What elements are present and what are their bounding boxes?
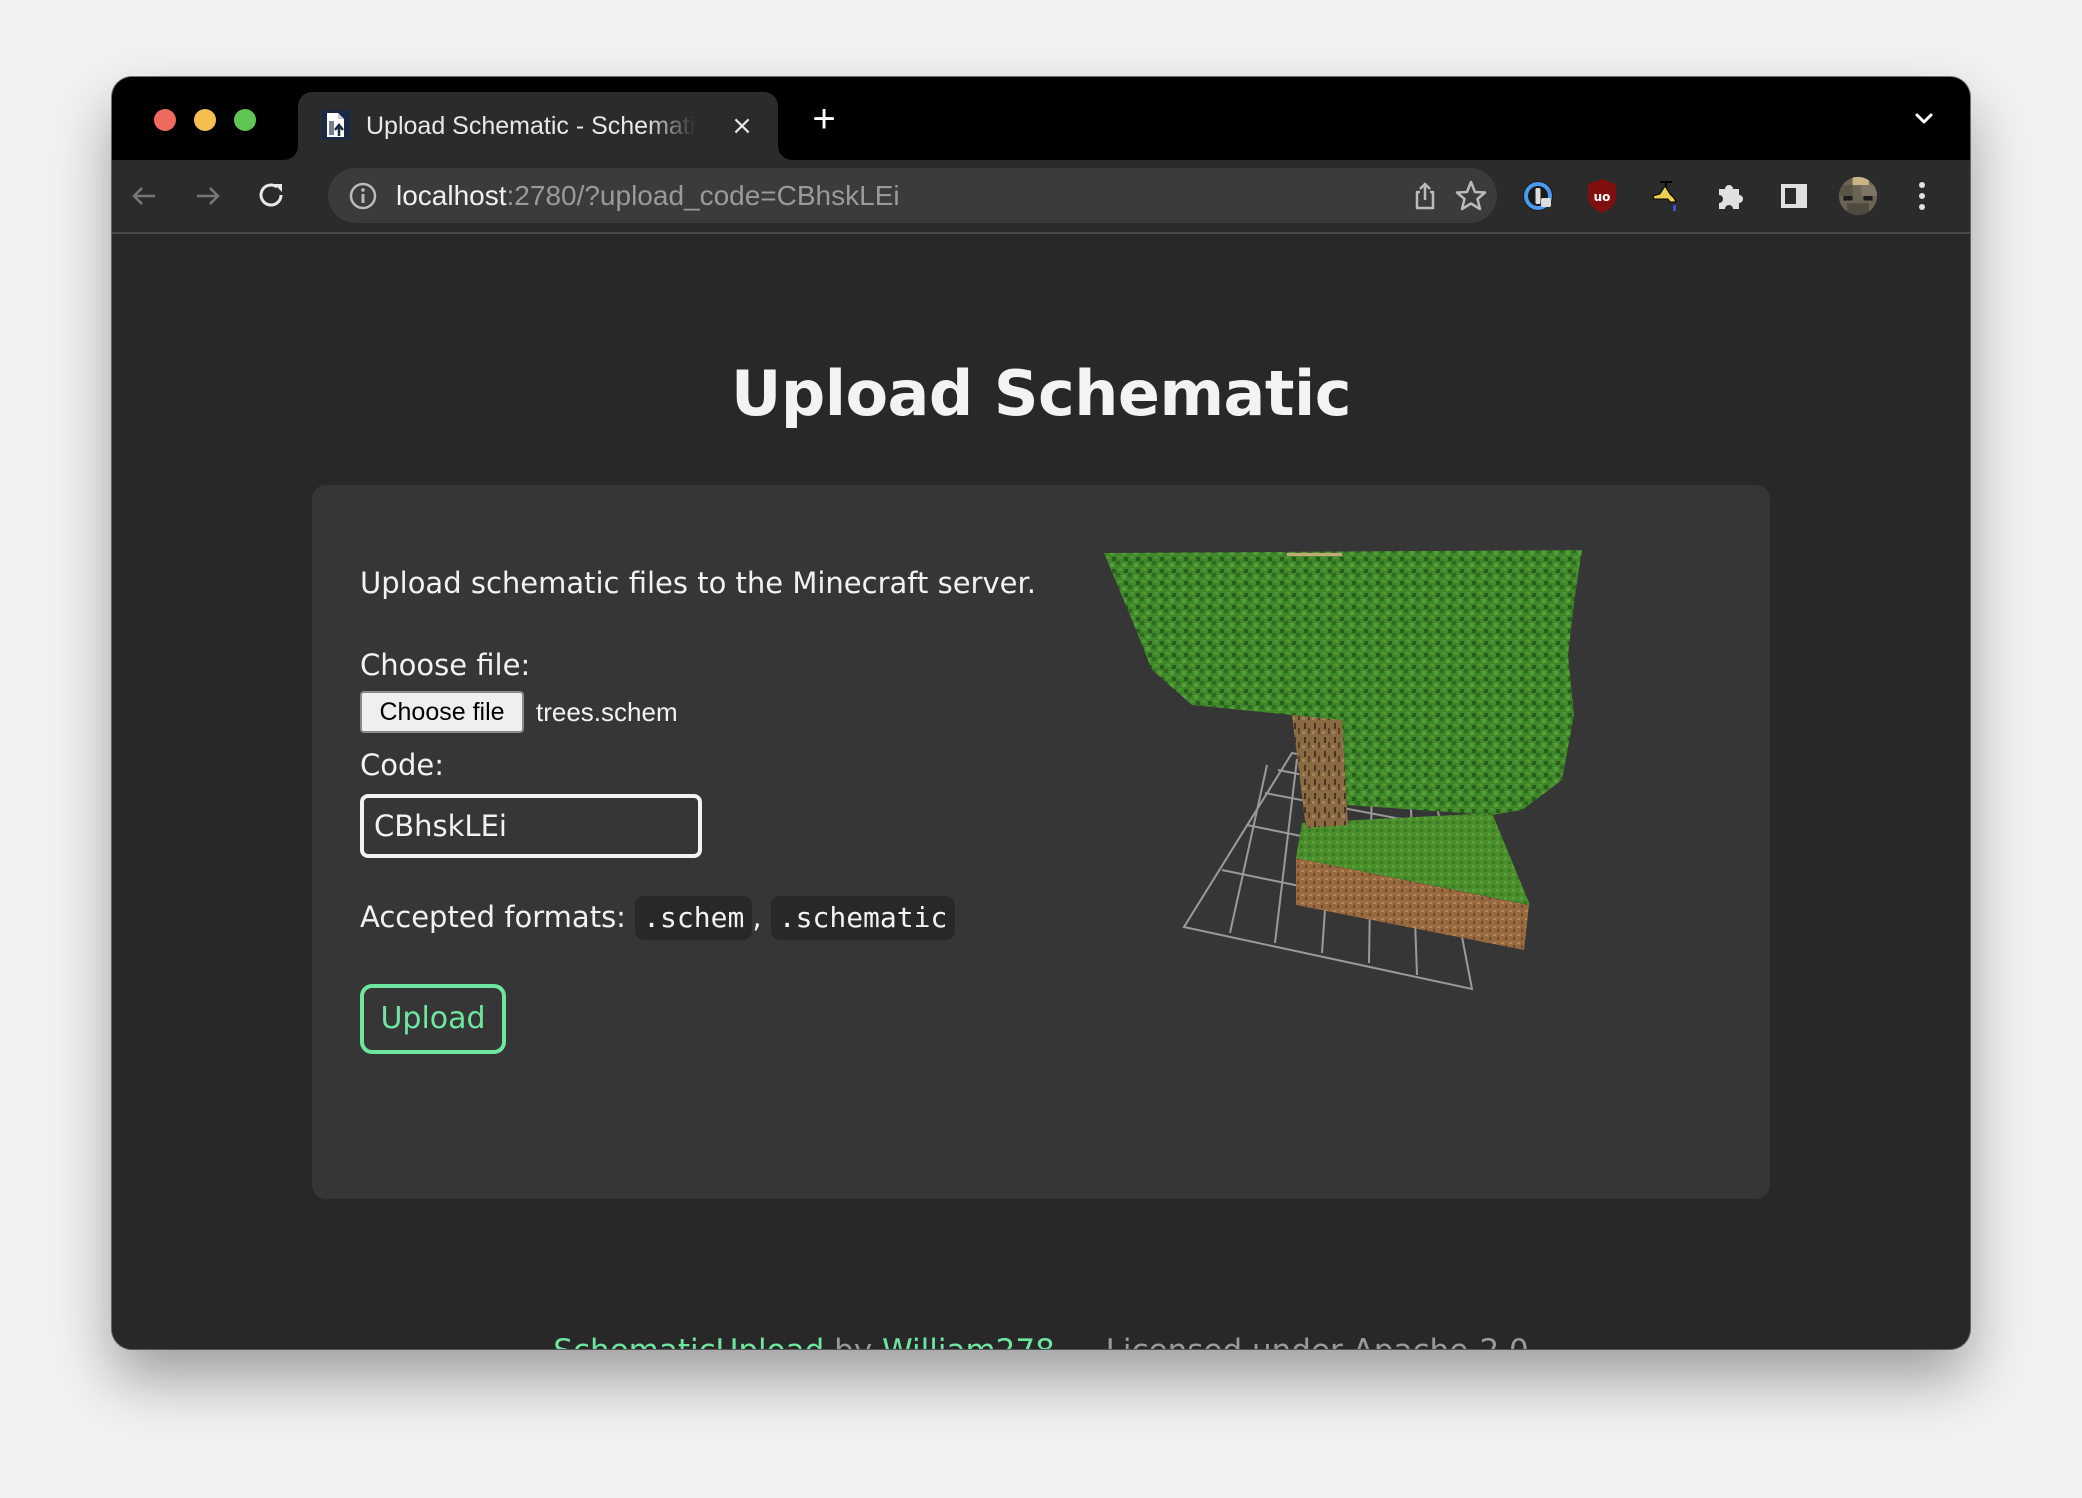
- maximize-window-button[interactable]: [234, 109, 256, 131]
- info-icon[interactable]: [348, 181, 378, 211]
- tab-upload-schematic[interactable]: Upload Schematic - Schematic ×: [298, 92, 778, 160]
- intro-text: Upload schematic files to the Minecraft …: [360, 566, 1036, 600]
- browser-window: Upload Schematic - Schematic × + localho…: [112, 77, 1970, 1349]
- file-label: Choose file:: [360, 648, 531, 682]
- bookmark-star-icon[interactable]: [1453, 178, 1489, 214]
- trunk-top: [1287, 553, 1342, 556]
- upload-button[interactable]: Upload: [360, 984, 506, 1054]
- arrow-right-icon: [197, 187, 220, 205]
- author-link[interactable]: William278: [882, 1333, 1055, 1349]
- tab-title: Upload Schematic - Schematic: [366, 112, 696, 140]
- page-title: Upload Schematic: [730, 357, 1352, 430]
- footer-license: — Licensed under Apache-2.0: [1065, 1333, 1529, 1349]
- url-text[interactable]: localhost:2780/?upload_code=CBhskLEi: [396, 168, 900, 223]
- minimize-window-button[interactable]: [194, 109, 216, 131]
- choose-file-button[interactable]: Choose file: [360, 691, 524, 733]
- browser-toolbar: localhost:2780/?upload_code=CBhskLEi uo: [112, 160, 1970, 234]
- tree-trunk: [1292, 715, 1348, 828]
- 1password-icon[interactable]: [1518, 176, 1558, 216]
- reload-icon: [259, 183, 283, 207]
- tree-render: [1104, 550, 1582, 991]
- code-input[interactable]: [360, 794, 702, 858]
- new-tab-button[interactable]: +: [802, 97, 846, 141]
- schem-file-icon: [322, 110, 350, 140]
- footer: SchematicUpload by William278 — Licensed…: [112, 1329, 1970, 1349]
- ublock-origin-icon[interactable]: uo: [1582, 176, 1622, 216]
- arrow-left-icon: [132, 187, 155, 205]
- footer-by: by: [834, 1333, 872, 1349]
- upload-card: Upload schematic files to the Minecraft …: [312, 485, 1770, 1199]
- project-link[interactable]: SchematicUpload: [553, 1333, 824, 1349]
- code-label: Code:: [360, 748, 445, 782]
- more-menu-icon[interactable]: [1902, 176, 1942, 216]
- format-chip: .schematic: [770, 896, 956, 940]
- profile-avatar-icon[interactable]: [1838, 176, 1878, 216]
- close-window-button[interactable]: [154, 109, 176, 131]
- puzzle-extensions-icon[interactable]: [1710, 176, 1750, 216]
- tab-strip: Upload Schematic - Schematic × +: [112, 77, 1970, 160]
- tab-close-icon[interactable]: ×: [726, 110, 758, 142]
- accepted-formats: Accepted formats: .schem, .schematic: [360, 895, 956, 940]
- share-icon[interactable]: [1409, 180, 1441, 212]
- svg-text:uo: uo: [1594, 190, 1611, 204]
- forward-button[interactable]: [188, 176, 228, 216]
- address-bar[interactable]: localhost:2780/?upload_code=CBhskLEi: [328, 168, 1497, 223]
- reload-button[interactable]: [252, 176, 292, 216]
- url-host: localhost: [396, 180, 507, 211]
- selected-file-name: trees.schem: [536, 697, 678, 727]
- formats-separator: ,: [752, 900, 762, 934]
- tampermonkey-faucet-icon[interactable]: [1646, 176, 1686, 216]
- url-path: :2780/?upload_code=CBhskLEi: [506, 180, 900, 211]
- side-panel-icon[interactable]: [1774, 176, 1814, 216]
- format-chip: .schem: [635, 896, 753, 940]
- page-content: Upload Schematic Upload schematic files …: [112, 234, 1970, 1349]
- tab-search-chevron-icon[interactable]: [1908, 102, 1940, 134]
- schematic-3d-preview[interactable]: [1092, 525, 1652, 1015]
- formats-label: Accepted formats:: [360, 900, 626, 934]
- back-button[interactable]: [124, 176, 164, 216]
